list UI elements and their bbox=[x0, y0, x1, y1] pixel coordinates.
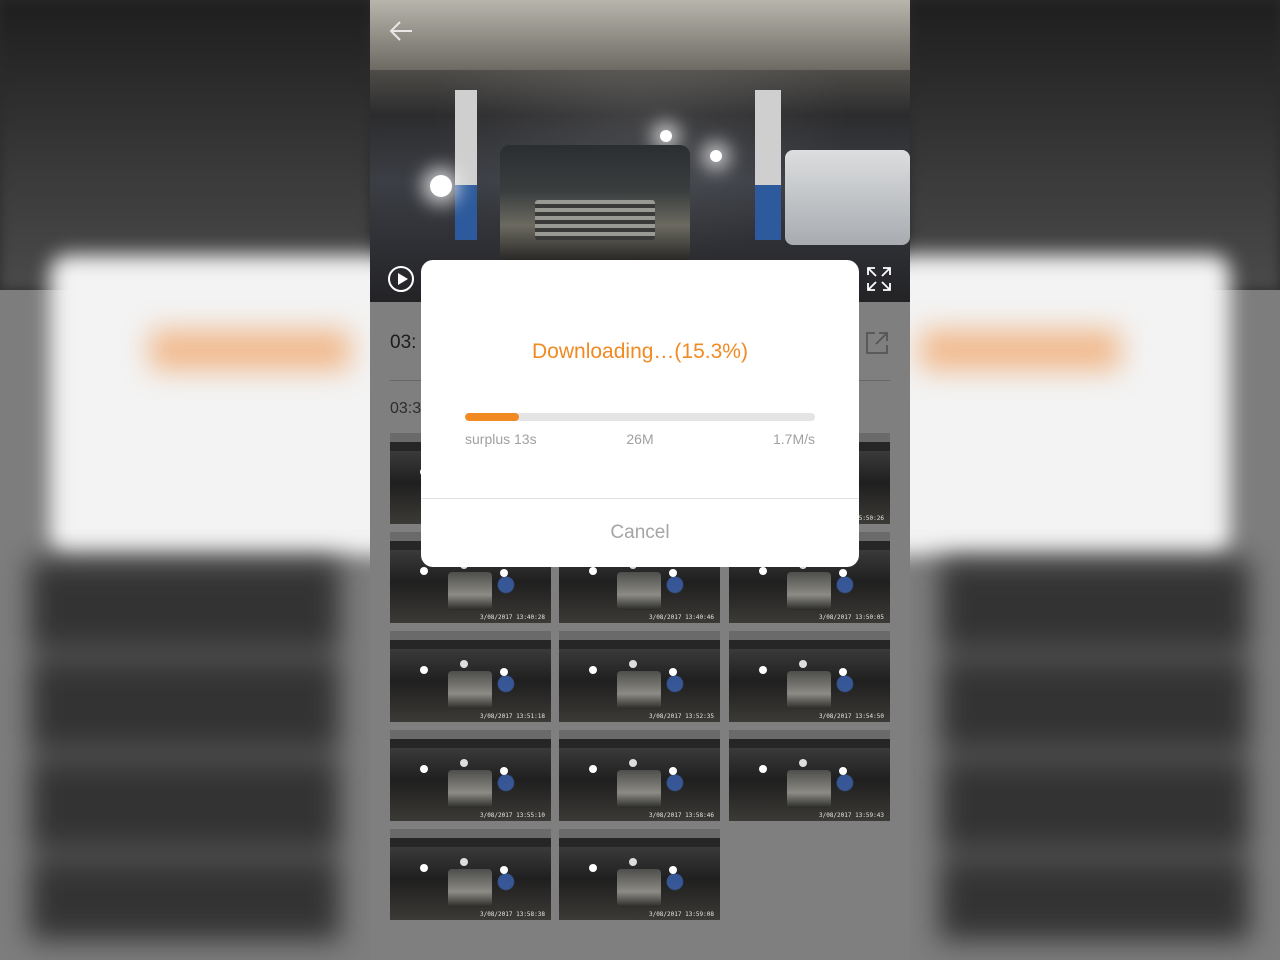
thumbnail[interactable]: 3/08/2017 13:51:18 bbox=[390, 631, 551, 722]
background-blur-right bbox=[910, 0, 1280, 960]
download-progress-fill bbox=[465, 413, 519, 421]
thumbnail[interactable]: 3/08/2017 13:58:46 bbox=[559, 730, 720, 821]
download-stats: surplus 13s 26M 1.7M/s bbox=[465, 431, 815, 451]
download-progress-dialog: Downloading…(15.3%) surplus 13s 26M 1.7M… bbox=[421, 260, 859, 567]
cancel-button[interactable]: Cancel bbox=[421, 499, 859, 567]
thumbnail[interactable]: 3/08/2017 13:52:35 bbox=[559, 631, 720, 722]
thumbnail[interactable]: 3/08/2017 13:54:50 bbox=[729, 631, 890, 722]
play-icon[interactable] bbox=[388, 266, 414, 292]
clip-time-title: 03: bbox=[390, 332, 417, 353]
download-progress-bar bbox=[465, 413, 815, 421]
download-speed: 1.7M/s bbox=[772, 431, 815, 447]
share-icon[interactable] bbox=[864, 330, 890, 356]
back-arrow-icon[interactable] bbox=[386, 16, 416, 46]
download-status-title: Downloading…(15.3%) bbox=[532, 340, 748, 363]
clip-time-subtitle: 03:3 bbox=[390, 400, 422, 417]
video-player[interactable] bbox=[370, 0, 910, 302]
thumbnail[interactable]: 3/08/2017 13:59:08 bbox=[559, 829, 720, 920]
fullscreen-icon[interactable] bbox=[866, 266, 892, 292]
background-blur-left bbox=[0, 0, 370, 960]
video-frame-truck bbox=[500, 145, 690, 260]
thumbnail[interactable]: 3/08/2017 13:55:10 bbox=[390, 730, 551, 821]
thumbnail[interactable]: 3/08/2017 13:59:43 bbox=[729, 730, 890, 821]
thumbnail[interactable]: 3/08/2017 13:58:38 bbox=[390, 829, 551, 920]
file-size: 26M bbox=[626, 431, 654, 447]
